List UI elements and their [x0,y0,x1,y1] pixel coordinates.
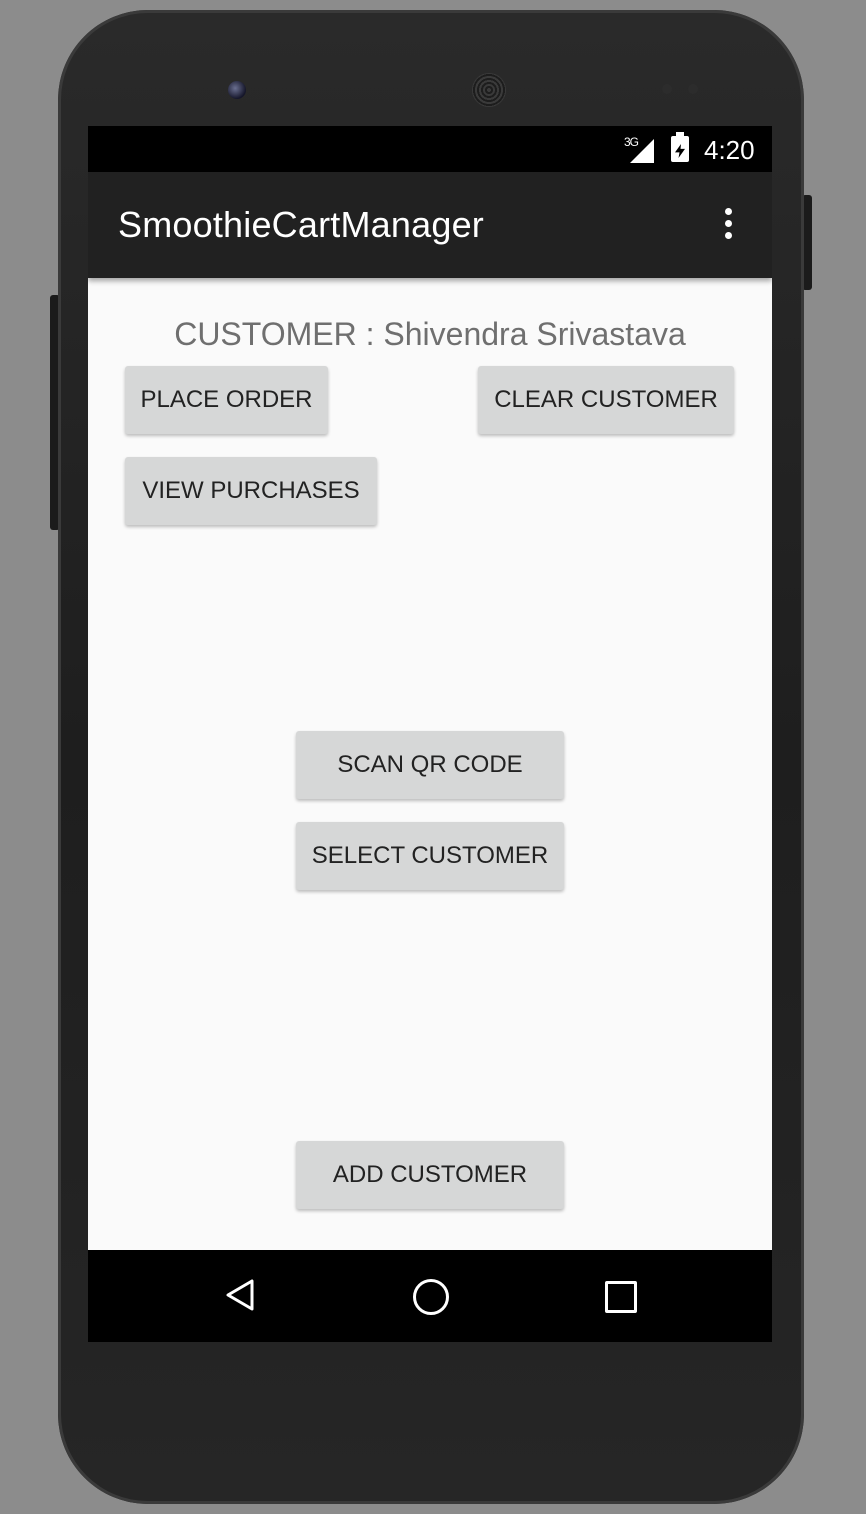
light-sensor [688,84,698,94]
add-customer-button[interactable]: ADD CUSTOMER [296,1141,564,1209]
more-vert-icon[interactable] [722,208,734,244]
signal-icon [630,139,654,163]
select-customer-button[interactable]: SELECT CUSTOMER [296,822,564,890]
front-camera [228,81,246,99]
proximity-sensor [662,84,672,94]
home-circle-icon[interactable] [413,1279,449,1315]
view-purchases-button[interactable]: VIEW PURCHASES [125,457,377,525]
status-clock: 4:20 [704,135,755,165]
customer-label: CUSTOMER : Shivendra Srivastava [174,316,686,352]
app-bar: SmoothieCartManager [88,172,772,278]
clear-customer-button[interactable]: CLEAR CUSTOMER [478,366,734,434]
recents-square-icon[interactable] [605,1281,637,1313]
place-order-button[interactable]: PLACE ORDER [125,366,328,434]
device-screen: 3G 4:20 SmoothieCartManager CUSTOMER : S… [88,126,772,1342]
status-bar: 3G 4:20 [88,126,772,172]
scan-qr-code-button[interactable]: SCAN QR CODE [296,731,564,799]
battery-charging-icon [671,132,689,162]
earpiece-speaker [472,73,506,107]
navigation-bar [88,1250,772,1342]
app-title: SmoothieCartManager [118,204,484,245]
back-triangle-icon[interactable] [224,1278,256,1312]
